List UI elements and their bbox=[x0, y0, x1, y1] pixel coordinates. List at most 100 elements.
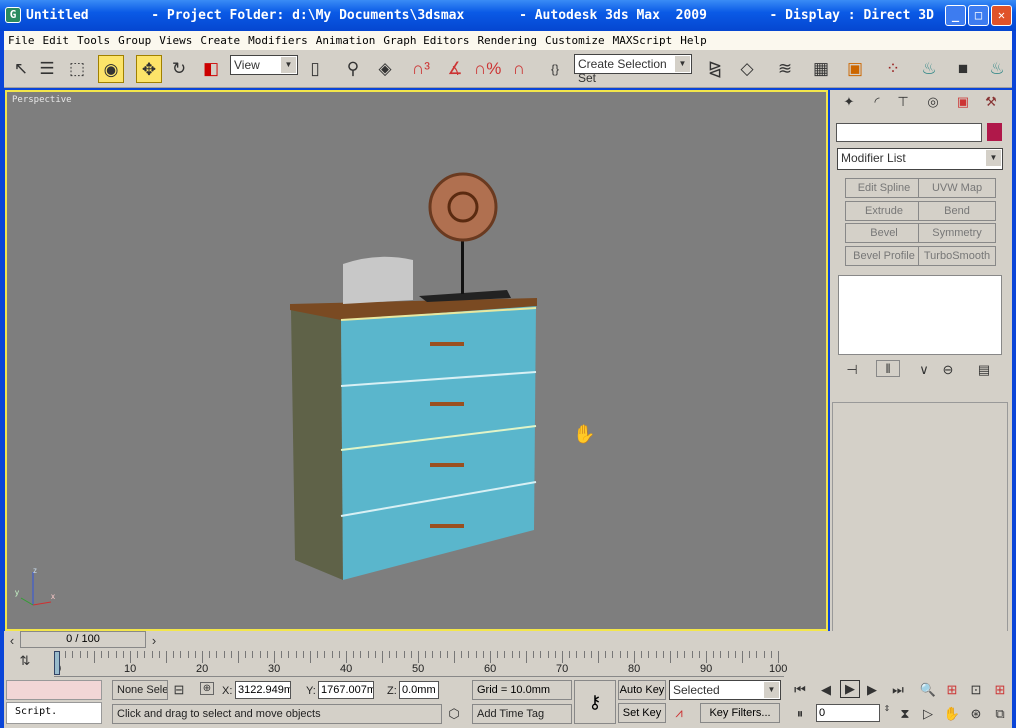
pivot-center-icon[interactable]: ▯ bbox=[302, 55, 328, 83]
time-slider[interactable]: 0 / 100 bbox=[20, 631, 146, 648]
menu-graph-editors[interactable]: Graph Editors bbox=[379, 31, 473, 47]
select-and-rotate-icon[interactable]: ↻ bbox=[166, 55, 192, 83]
menu-rendering[interactable]: Rendering bbox=[473, 31, 541, 47]
y-coordinate-input[interactable]: 1767.007m bbox=[318, 681, 374, 699]
render-setup-icon[interactable]: ♨ bbox=[916, 55, 942, 83]
current-frame-marker[interactable] bbox=[54, 651, 60, 675]
layer-manager-icon[interactable]: ≋ bbox=[772, 55, 798, 83]
rendered-frame-window-icon[interactable]: ■ bbox=[950, 55, 976, 83]
menu-animation[interactable]: Animation bbox=[312, 31, 380, 47]
window-crossing-icon[interactable]: ◉ bbox=[98, 55, 124, 83]
go-to-start-icon[interactable]: ⏮ bbox=[790, 682, 810, 698]
z-coordinate-input[interactable]: 0.0mm bbox=[399, 681, 439, 699]
play-icon[interactable]: ▶ bbox=[840, 680, 860, 698]
select-and-scale-icon[interactable]: ◧ bbox=[198, 55, 224, 83]
x-coordinate-input[interactable]: 3122.949m bbox=[235, 681, 291, 699]
menu-help[interactable]: Help bbox=[676, 31, 711, 47]
maximize-viewport-icon[interactable]: ⧉ bbox=[990, 706, 1010, 722]
menu-edit[interactable]: Edit bbox=[39, 31, 74, 47]
key-curve-icon[interactable]: ⩘ bbox=[670, 705, 688, 721]
modify-tab-icon[interactable]: ◜ bbox=[864, 94, 890, 118]
zoom-extents-all-icon[interactable]: ⊞ bbox=[990, 682, 1010, 698]
angle-snap-icon[interactable]: ∡ bbox=[442, 55, 468, 83]
reference-coordinate-dropdown[interactable]: View ▼ bbox=[230, 55, 298, 75]
uvw-map-button[interactable]: UVW Map bbox=[918, 178, 996, 198]
utilities-tab-icon[interactable]: ⚒ bbox=[978, 94, 1004, 118]
previous-frame-icon[interactable]: ◀ bbox=[816, 682, 836, 698]
align-icon[interactable]: ◇ bbox=[734, 55, 760, 83]
select-and-move-icon[interactable]: ✥ bbox=[136, 55, 162, 83]
menu-modifiers[interactable]: Modifiers bbox=[244, 31, 312, 47]
add-time-tag-button[interactable]: Add Time Tag bbox=[472, 704, 572, 724]
percent-snap-icon[interactable]: ∩% bbox=[474, 55, 501, 83]
turbosmooth-button[interactable]: TurboSmooth bbox=[918, 246, 996, 266]
create-tab-icon[interactable]: ✦ bbox=[836, 94, 862, 118]
auto-key-button[interactable]: Auto Key bbox=[618, 680, 666, 700]
arc-rotate-icon[interactable]: ⊛ bbox=[966, 706, 986, 722]
select-by-name-icon[interactable]: ☰ bbox=[34, 55, 60, 83]
key-filters-button[interactable]: Key Filters... bbox=[700, 703, 780, 723]
time-tag-icon[interactable]: ⬡ bbox=[446, 706, 462, 722]
bevel-button[interactable]: Bevel bbox=[845, 223, 923, 243]
curve-editor-icon[interactable]: ▦ bbox=[808, 55, 834, 83]
pan-view-icon[interactable]: ✋ bbox=[942, 706, 962, 722]
remove-modifier-icon[interactable]: ⊖ bbox=[938, 362, 958, 378]
edit-spline-button[interactable]: Edit Spline bbox=[845, 178, 923, 198]
script-input[interactable]: Script. bbox=[6, 702, 102, 724]
scroll-right-icon[interactable]: › bbox=[147, 633, 161, 648]
mini-curve-editor-icon[interactable]: ⇅ bbox=[14, 653, 36, 669]
zoom-extents-icon[interactable]: ⊡ bbox=[966, 682, 986, 698]
modifier-list-dropdown[interactable]: Modifier List ▼ bbox=[837, 148, 1003, 170]
menu-group[interactable]: Group bbox=[114, 31, 155, 47]
field-of-view-icon[interactable]: ▷ bbox=[918, 706, 938, 722]
symmetry-button[interactable]: Symmetry bbox=[918, 223, 996, 243]
maxscript-listener-mini[interactable] bbox=[6, 680, 102, 700]
object-color-swatch[interactable] bbox=[987, 123, 1002, 141]
bevel-profile-button[interactable]: Bevel Profile bbox=[845, 246, 923, 266]
schematic-view-icon[interactable]: ▣ bbox=[842, 55, 868, 83]
next-frame-icon[interactable]: ▶ bbox=[862, 682, 882, 698]
3dsmax-icon[interactable]: G bbox=[5, 7, 21, 23]
keyboard-shortcut-icon[interactable]: ◈ bbox=[372, 55, 398, 83]
hierarchy-tab-icon[interactable]: ⊤ bbox=[890, 94, 916, 118]
pin-stack-icon[interactable]: ⊣ bbox=[842, 362, 862, 378]
show-end-result-icon[interactable]: ǁ bbox=[876, 360, 900, 377]
configure-modifier-sets-icon[interactable]: ▤ bbox=[974, 362, 994, 378]
rectangular-selection-icon[interactable]: ⬚ bbox=[64, 55, 90, 83]
menu-create[interactable]: Create bbox=[196, 31, 244, 47]
menu-file[interactable]: File bbox=[4, 31, 39, 47]
menu-customize[interactable]: Customize bbox=[541, 31, 609, 47]
track-bar[interactable]: 0102030405060708090100 bbox=[54, 651, 787, 677]
frame-spinner[interactable]: ⇕ bbox=[882, 704, 892, 713]
set-key-mode-key-icon[interactable]: ⚷ bbox=[574, 680, 616, 724]
display-tab-icon[interactable]: ▣ bbox=[950, 94, 976, 118]
object-name-input[interactable] bbox=[836, 123, 982, 142]
go-to-end-icon[interactable]: ⏭ bbox=[888, 682, 908, 698]
menu-views[interactable]: Views bbox=[155, 31, 196, 47]
maximize-button[interactable]: □ bbox=[968, 5, 989, 26]
time-configuration-icon[interactable]: ⧗ bbox=[896, 706, 914, 722]
motion-tab-icon[interactable]: ◎ bbox=[920, 94, 946, 118]
snaps-toggle-icon[interactable]: ∩³ bbox=[408, 55, 434, 83]
mirror-icon[interactable]: ⧎ bbox=[702, 55, 728, 83]
key-mode-toggle-icon[interactable]: ⏸ bbox=[790, 706, 810, 722]
menu-tools[interactable]: Tools bbox=[73, 31, 114, 47]
edit-named-selection-icon[interactable]: {} bbox=[542, 55, 568, 83]
spinner-snap-icon[interactable]: ∩ bbox=[506, 55, 532, 83]
absolute-mode-transform-icon[interactable]: ⊕ bbox=[200, 682, 214, 695]
named-selection-dropdown[interactable]: Create Selection Set ▼ bbox=[574, 54, 692, 85]
menu-maxscript[interactable]: MAXScript bbox=[609, 31, 677, 47]
make-unique-icon[interactable]: ∨ bbox=[914, 362, 934, 378]
current-frame-input[interactable]: 0 bbox=[816, 704, 880, 722]
minimize-button[interactable]: _ bbox=[945, 5, 966, 26]
material-editor-icon[interactable]: ⁘ bbox=[880, 55, 906, 83]
bend-button[interactable]: Bend bbox=[918, 201, 996, 221]
extrude-button[interactable]: Extrude bbox=[845, 201, 923, 221]
key-mode-dropdown[interactable]: Selected ▼ bbox=[669, 680, 781, 700]
select-and-manipulate-icon[interactable]: ⚲ bbox=[340, 55, 366, 83]
perspective-viewport[interactable]: Perspective ✋ z x y bbox=[5, 90, 828, 631]
select-object-icon[interactable]: ↖ bbox=[8, 55, 34, 83]
modifier-stack[interactable] bbox=[838, 275, 1002, 355]
close-button[interactable]: ✕ bbox=[991, 5, 1012, 26]
quick-render-icon[interactable]: ♨ bbox=[984, 55, 1010, 83]
